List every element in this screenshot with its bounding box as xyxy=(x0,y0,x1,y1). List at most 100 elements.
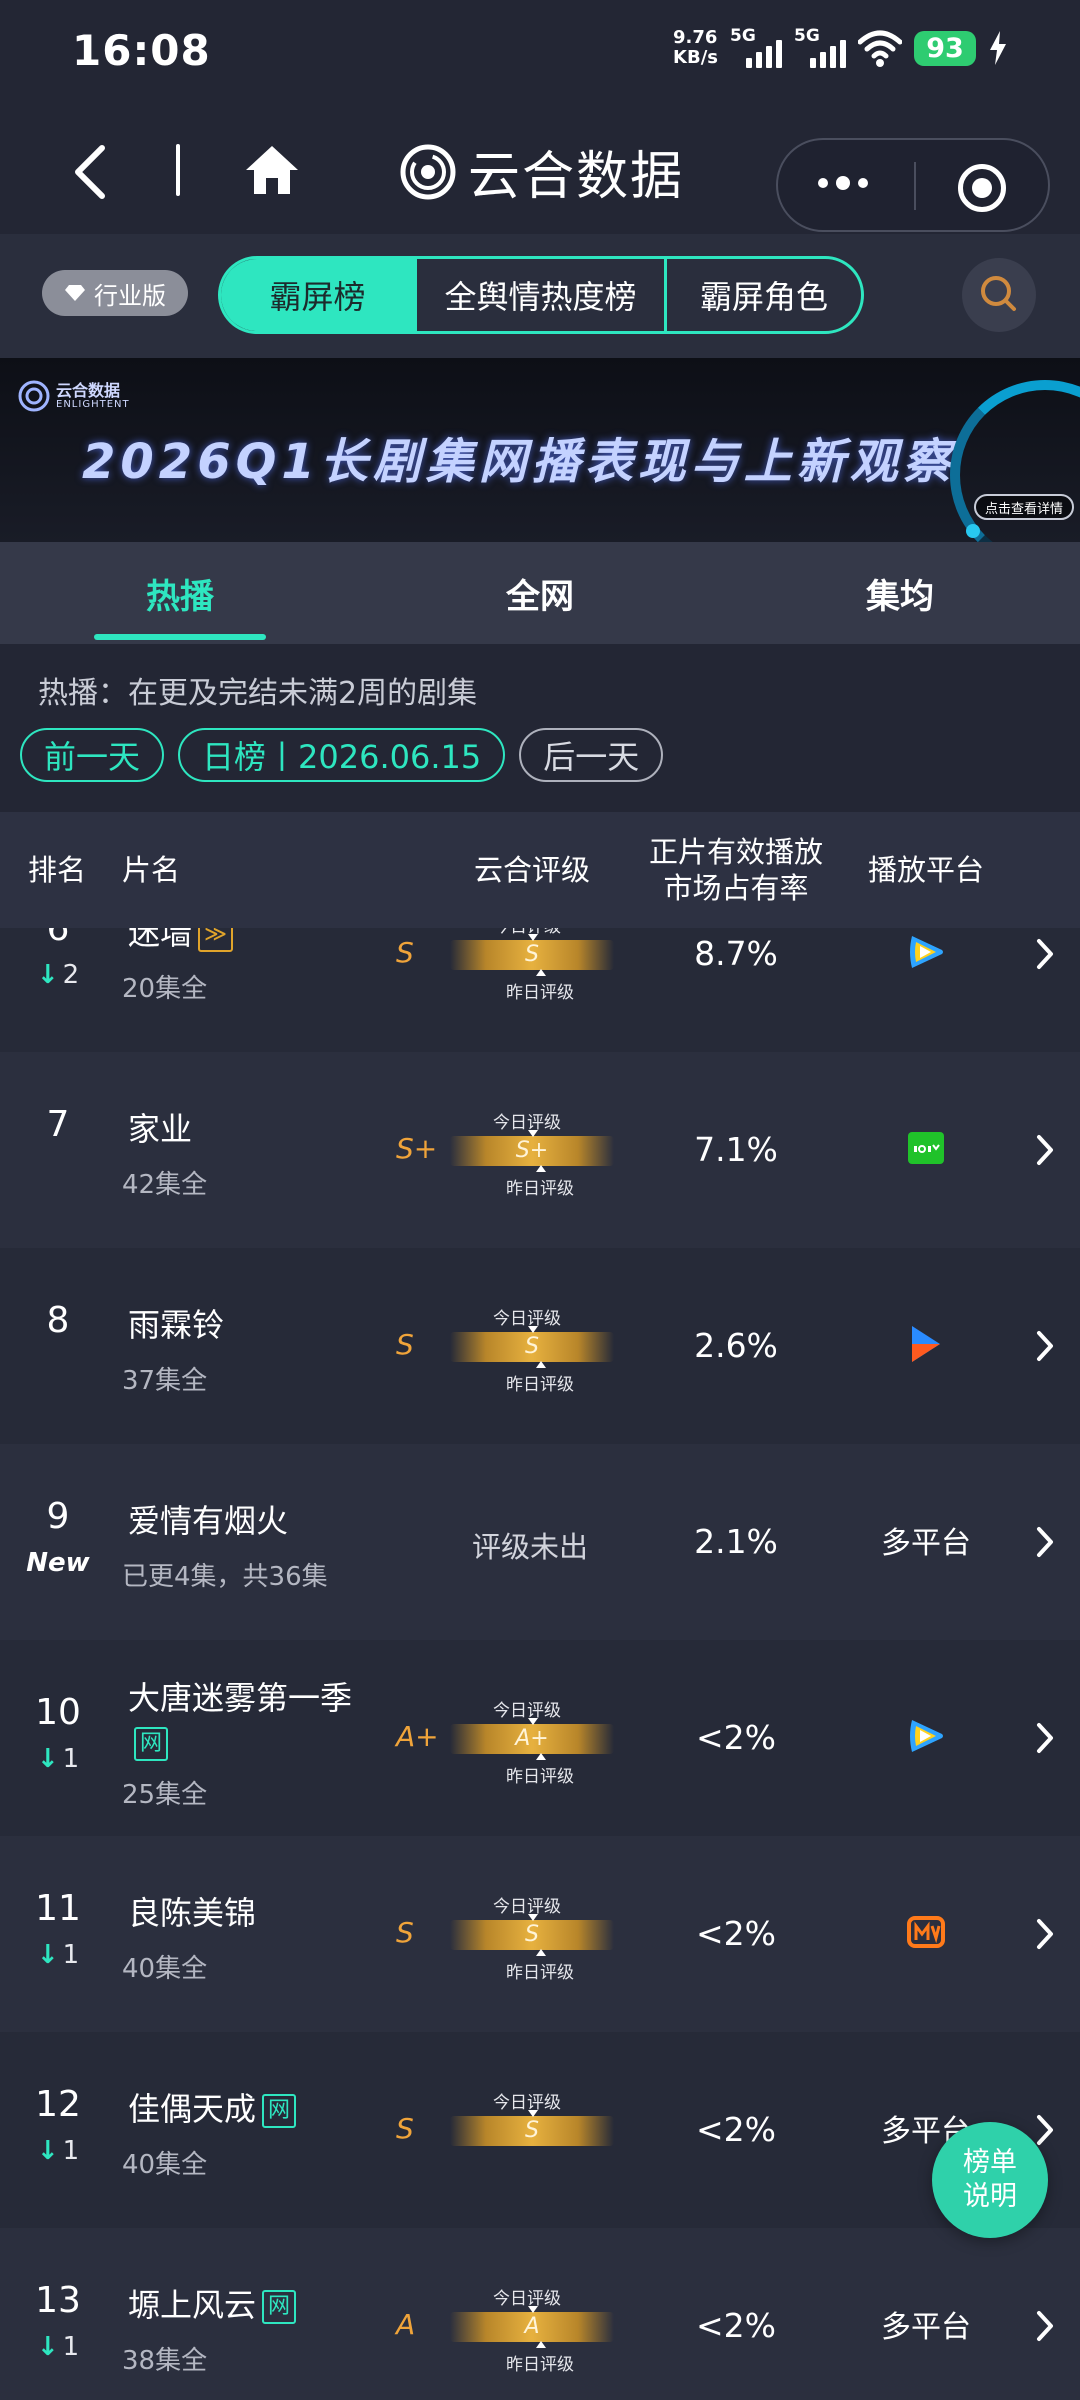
drama-title-text: 大唐迷雾第一季 xyxy=(128,1679,353,1717)
table-row[interactable]: 10 ↓ 1 大唐迷雾第一季网 25集全 A+ 今日评级 A+ 昨日评级 <2% xyxy=(0,1640,1080,1836)
today-marker xyxy=(528,934,538,941)
tab-all-network[interactable]: 全网 xyxy=(360,542,720,644)
chevron-right-icon[interactable] xyxy=(1034,1720,1056,1756)
prev-day-button[interactable]: 前一天 xyxy=(20,728,165,782)
rank-change: ↓ 2 xyxy=(0,960,116,990)
date-picker[interactable]: 日榜丨2026.06.15 xyxy=(178,728,506,782)
yesterday-marker xyxy=(536,2341,546,2348)
wifi-icon xyxy=(858,30,902,67)
rank-number: 10 xyxy=(35,1692,81,1733)
arrow-down-icon: ↓ xyxy=(36,1744,59,1774)
chevron-right-icon[interactable] xyxy=(1034,1328,1056,1364)
grade-today: A+ xyxy=(515,1726,549,1751)
chevron-right-icon[interactable] xyxy=(1034,2112,1056,2148)
today-marker xyxy=(528,2306,538,2313)
arrow-down-icon: ↓ xyxy=(36,2136,59,2166)
table-row[interactable]: 6 ↓2 迷墙≫ 20集全 S 今日评级 S 昨日评级 8.7% xyxy=(0,928,1080,1052)
more-icon[interactable] xyxy=(818,176,868,190)
episode-info: 38集全 xyxy=(122,2346,208,2376)
header-market-share: 正片有效播放 市场占有率 xyxy=(640,812,832,928)
grade-yesterday: A xyxy=(396,2308,416,2341)
platform-multi: 多平台 xyxy=(881,2310,971,2345)
table-row[interactable]: 9 New 爱情有烟火 已更4集，共36集 评级未出 2.1% 多平台 xyxy=(0,1444,1080,1640)
grade-yesterday-label: 昨日评级 xyxy=(506,1375,574,1395)
table-row[interactable]: 11 ↓ 1 良陈美锦 40集全 S 今日评级 S 昨日评级 <2% xyxy=(0,1836,1080,2032)
grade-yesterday: S xyxy=(396,2112,414,2145)
episode-info: 25集全 xyxy=(122,1780,208,1810)
date-navigation: 前一天 日榜丨2026.06.15 后一天 xyxy=(20,728,664,782)
signal-icon: 5G xyxy=(730,26,782,68)
episode-info: 40集全 xyxy=(122,2150,208,2180)
table-row[interactable]: 8 雨霖铃 37集全 S 今日评级 S 昨日评级 2.6% xyxy=(0,1248,1080,1444)
chevron-right-icon[interactable] xyxy=(1034,1524,1056,1560)
tab-character-ranking[interactable]: 霸屏角色 xyxy=(667,259,861,331)
episode-info: 42集全 xyxy=(122,1170,208,1200)
rank-number: 9 xyxy=(46,1496,70,1537)
yesterday-marker xyxy=(536,969,546,976)
chevron-right-icon[interactable] xyxy=(1034,2308,1056,2344)
table-row[interactable]: 7 家业 42集全 S+ 今日评级 S+ 昨日评级 7.1% xyxy=(0,1052,1080,1248)
grade-today: S xyxy=(525,2118,539,2143)
grade-yesterday-label: 昨日评级 xyxy=(506,1179,574,1199)
next-day-button[interactable]: 后一天 xyxy=(519,728,664,782)
status-time: 16:08 xyxy=(72,26,211,75)
network-speed: 9.76 KB/s xyxy=(673,28,718,68)
drama-title: 佳偶天成网 xyxy=(128,2084,297,2130)
banner-logo-text: 云合数据 xyxy=(56,380,121,400)
search-button[interactable] xyxy=(962,258,1036,332)
rank-change-value: 1 xyxy=(62,2136,80,2166)
chevron-right-icon[interactable] xyxy=(1034,1916,1056,1952)
grade-today-label: 今日评级 xyxy=(450,928,604,937)
rank-number: 8 xyxy=(46,1300,70,1341)
drama-title: 大唐迷雾第一季网 xyxy=(128,1676,368,1764)
episode-info: 20集全 xyxy=(122,974,208,1004)
tab-sentiment-ranking[interactable]: 全舆情热度榜 xyxy=(417,259,667,331)
search-icon xyxy=(981,276,1016,311)
edition-badge[interactable]: 行业版 xyxy=(42,270,188,316)
tab-screen-ranking[interactable]: 霸屏榜 xyxy=(221,259,417,331)
tab-episode-average[interactable]: 集均 xyxy=(720,542,1080,644)
brand-name: 云合数据 xyxy=(468,147,685,207)
chevron-right-icon[interactable] xyxy=(1034,1132,1056,1168)
brand-logo-icon xyxy=(18,380,50,412)
battery-indicator: 93 xyxy=(914,30,976,66)
header-rank: 排名 xyxy=(28,853,87,887)
banner-dot xyxy=(966,524,980,538)
market-share: <2% xyxy=(695,1914,776,1953)
market-share: 2.6% xyxy=(694,1326,778,1365)
brand: 云合数据 xyxy=(400,134,684,209)
tab-hot[interactable]: 热播 xyxy=(0,542,360,644)
back-icon[interactable] xyxy=(66,142,116,202)
today-marker xyxy=(528,1326,538,1333)
header-title: 片名 xyxy=(122,853,181,887)
sub-tabs: 热播 全网 集均 xyxy=(0,542,1080,644)
rank-number: 6 xyxy=(46,928,70,949)
home-icon[interactable] xyxy=(244,142,300,198)
web-drama-tag: 网 xyxy=(262,2290,297,2324)
target-icon[interactable] xyxy=(958,164,1006,212)
yesterday-marker xyxy=(536,1361,546,1368)
ranking-tabs: 霸屏榜 全舆情热度榜 霸屏角色 xyxy=(218,256,864,334)
grade-today-label: 今日评级 xyxy=(493,1897,561,1917)
iqiyi-icon xyxy=(908,1132,944,1164)
grade-today-label: 今日评级 xyxy=(493,1113,561,1133)
ranking-explanation-button[interactable]: 榜单 说明 xyxy=(932,2122,1048,2238)
fab-line2: 说明 xyxy=(963,2181,1017,2212)
edition-badge-label: 行业版 xyxy=(94,281,166,310)
chevron-right-icon[interactable] xyxy=(1034,936,1056,972)
grade-today: A xyxy=(524,2314,540,2339)
banner-logo-sub: ENLIGHTENT xyxy=(56,398,130,410)
table-header: 排名 片名 云合评级 正片有效播放 市场占有率 播放平台 xyxy=(0,812,1080,928)
table-row[interactable]: 13 ↓ 1 塬上风云网 38集全 A 今日评级 A 昨日评级 <2% 多平台 xyxy=(0,2228,1080,2400)
drama-title: 迷墙 ≫ xyxy=(128,928,234,954)
banner-detail-button[interactable]: 点击查看详情 xyxy=(974,494,1074,520)
today-marker xyxy=(528,2110,538,2117)
nav-divider xyxy=(176,144,180,196)
drama-title: 塬上风云网 xyxy=(128,2280,297,2326)
drama-title-text: 佳偶天成 xyxy=(128,2090,257,2128)
table-row[interactable]: 12 ↓ 1 佳偶天成网 40集全 S 今日评级 S <2% 多平台 xyxy=(0,2032,1080,2228)
promo-banner[interactable]: 云合数据 ENLIGHTENT 2026Q1长剧集网播表现与上新观察 点击查看详… xyxy=(0,358,1080,542)
grade-today: S xyxy=(525,1922,539,1947)
platform-cell xyxy=(840,928,1012,980)
header-platform: 播放平台 xyxy=(868,853,985,887)
